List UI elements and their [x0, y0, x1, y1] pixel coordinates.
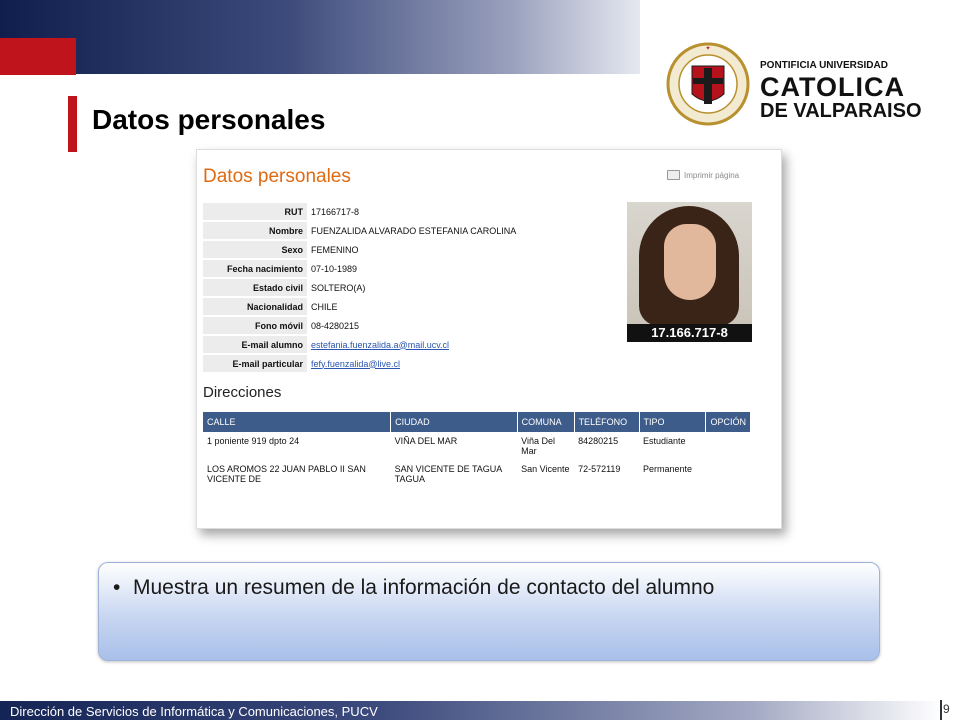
print-page-link[interactable]: Imprimir página	[667, 170, 739, 180]
portal-title: Datos personales	[203, 166, 351, 187]
field-label-email-particular: E-mail particular	[203, 355, 307, 372]
table-row: RUT 17166717-8	[203, 203, 613, 220]
cell-comuna: San Vicente	[521, 464, 570, 474]
page-number: 9	[943, 702, 950, 716]
cell-calle: LOS AROMOS 22 JUAN PABLO II SAN VICENTE …	[207, 464, 366, 484]
col-calle: CALLE	[203, 412, 392, 432]
col-tipo: TIPO	[639, 412, 707, 432]
col-opcion: OPCIÓN	[705, 412, 751, 432]
cell-tipo: Estudiante	[643, 436, 686, 446]
field-label-email-alumno: E-mail alumno	[203, 336, 307, 353]
table-row: E-mail alumno estefania.fuenzalida.a@mail…	[203, 336, 613, 353]
table-row: Nacionalidad CHILE	[203, 298, 613, 315]
logo-line3: DE VALPARAISO	[760, 100, 922, 122]
table-row: Sexo FEMENINO	[203, 241, 613, 258]
email-alumno-link[interactable]: estefania.fuenzalida.a@mail.ucv.cl	[311, 340, 449, 350]
field-label-nombre: Nombre	[203, 222, 307, 239]
callout-text: Muestra un resumen de la información de …	[133, 576, 715, 599]
addresses-title: Direcciones	[203, 384, 282, 401]
printer-icon	[667, 170, 680, 180]
photo-caption: 17.166.717-8	[627, 324, 752, 342]
cell-ciudad: VIÑA DEL MAR	[394, 436, 458, 446]
cell-opcion	[706, 432, 751, 460]
field-label-rut: RUT	[203, 203, 307, 220]
field-label-fecha: Fecha nacimiento	[203, 260, 307, 277]
university-logo: ✦ PONTIFICIA UNIVERSIDAD CATOLICA DE VAL…	[664, 28, 954, 138]
field-label-estado: Estado civil	[203, 279, 307, 296]
col-ciudad: CIUDAD	[390, 412, 518, 432]
field-value-estado: SOLTERO(A)	[311, 282, 366, 293]
student-photo: 17.166.717-8	[627, 202, 752, 342]
personal-data-table: RUT 17166717-8 Nombre FUENZALIDA ALVARADO …	[203, 201, 613, 374]
email-particular-link[interactable]: fefy.fuenzalida@live.cl	[311, 359, 400, 369]
header-band	[0, 0, 640, 74]
table-row: 1 poniente 919 dpto 24 VIÑA DEL MAR Viña…	[203, 432, 751, 460]
cell-opcion	[706, 460, 751, 488]
header-red-block	[0, 38, 76, 75]
cell-ciudad: SAN VICENTE DE TAGUA TAGUA	[394, 464, 502, 484]
table-row: Nombre FUENZALIDA ALVARADO ESTEFANIA CARO…	[203, 222, 613, 239]
svg-text:✦: ✦	[705, 45, 710, 52]
table-row: Estado civil SOLTERO(A)	[203, 279, 613, 296]
addresses-table: CALLE CIUDAD COMUNA TELÉFONO TIPO OPCIÓN…	[203, 412, 751, 488]
cell-tipo: Permanente	[643, 464, 693, 474]
field-label-sexo: Sexo	[203, 241, 307, 258]
logo-line1: PONTIFICIA UNIVERSIDAD	[760, 60, 888, 71]
cell-comuna: Viña Del Mar	[521, 436, 555, 456]
bullet-icon: •	[113, 576, 121, 599]
photo-face	[664, 224, 716, 300]
logo-line2: CATOLICA	[760, 72, 905, 102]
field-value-nacionalidad: CHILE	[311, 301, 338, 312]
field-label-fono: Fono móvil	[203, 317, 307, 334]
cell-telefono: 72-572119	[578, 464, 621, 474]
summary-callout: • Muestra un resumen de la información d…	[98, 562, 880, 661]
field-value-nombre: FUENZALIDA ALVARADO ESTEFANIA CAROLINA	[311, 225, 517, 236]
footer-text: Dirección de Servicios de Informática y …	[10, 704, 378, 719]
field-value-sexo: FEMENINO	[311, 244, 359, 255]
table-header-row: CALLE CIUDAD COMUNA TELÉFONO TIPO OPCIÓN	[203, 412, 751, 432]
cell-calle: 1 poniente 919 dpto 24	[207, 436, 300, 446]
table-row: LOS AROMOS 22 JUAN PABLO II SAN VICENTE …	[203, 460, 751, 488]
field-label-nacionalidad: Nacionalidad	[203, 298, 307, 315]
cell-telefono: 84280215	[578, 436, 619, 446]
portal-screenshot: Datos personales Imprimir página RUT 1716…	[196, 149, 782, 529]
table-row: Fono móvil 08-4280215	[203, 317, 613, 334]
slide-title: Datos personales	[92, 104, 326, 135]
field-value-fecha: 07-10-1989	[311, 263, 358, 274]
table-row: E-mail particular fefy.fuenzalida@live.cl	[203, 355, 613, 372]
table-row: Fecha nacimiento 07-10-1989	[203, 260, 613, 277]
page-divider	[940, 700, 942, 720]
title-accent-bar	[68, 96, 77, 152]
field-value-rut: 17166717-8	[311, 206, 360, 217]
field-value-fono: 08-4280215	[311, 320, 360, 331]
col-comuna: COMUNA	[517, 412, 575, 432]
print-label: Imprimir página	[684, 170, 740, 180]
col-telefono: TELÉFONO	[574, 412, 640, 432]
